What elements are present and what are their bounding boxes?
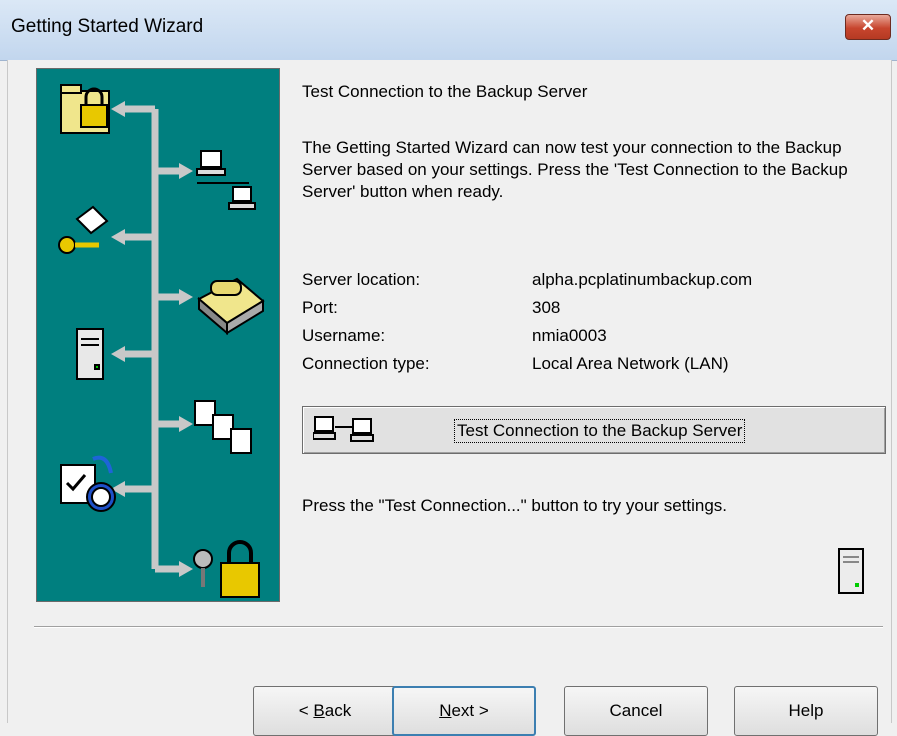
- info-row-server-location: Server location: alpha.pcplatinumbackup.…: [302, 270, 862, 298]
- footer-divider: [34, 626, 883, 628]
- info-value: nmia0003: [532, 326, 607, 345]
- back-mnemonic: B: [313, 701, 325, 720]
- telephone-icon: [197, 277, 265, 336]
- help-button[interactable]: Help: [734, 686, 878, 736]
- test-connection-button[interactable]: Test Connection to the Backup Server: [302, 406, 886, 454]
- server-tower-icon: [76, 328, 104, 380]
- info-value: 308: [532, 298, 561, 317]
- info-label: Connection type:: [302, 354, 430, 373]
- scheduled-task-icon: [60, 455, 116, 512]
- info-value: Local Area Network (LAN): [532, 354, 729, 373]
- cancel-label: Cancel: [609, 701, 663, 720]
- window-title: Getting Started Wizard: [11, 16, 204, 37]
- info-row-username: Username: nmia0003: [302, 326, 862, 354]
- locked-folder-icon: [60, 84, 110, 134]
- user-key-icon: [58, 205, 109, 254]
- info-label: Server location:: [302, 270, 421, 289]
- next-mnemonic: N: [439, 701, 452, 720]
- info-label: Port:: [302, 298, 338, 317]
- info-row-connection-type: Connection type: Local Area Network (LAN…: [302, 354, 862, 382]
- keys-lock-icon: [193, 540, 260, 598]
- server-status-icon: [837, 547, 865, 600]
- info-row-port: Port: 308: [302, 298, 862, 326]
- next-button[interactable]: Next >: [392, 686, 536, 736]
- documents-icon: [194, 400, 252, 454]
- page-heading: Test Connection to the Backup Server: [302, 82, 588, 101]
- network-computers-icon: [196, 150, 256, 210]
- network-computers-icon: [312, 415, 385, 450]
- info-label: Username:: [302, 326, 386, 345]
- title-bar[interactable]: Getting Started Wizard ✕: [0, 0, 897, 61]
- page-description: The Getting Started Wizard can now test …: [302, 138, 848, 201]
- back-prefix: <: [298, 701, 314, 720]
- cancel-button[interactable]: Cancel: [564, 686, 708, 736]
- hint-text: Press the "Test Connection..." button to…: [302, 496, 727, 515]
- wizard-illustration-panel: [36, 68, 280, 602]
- next-label: ext >: [451, 701, 489, 720]
- close-button[interactable]: ✕: [845, 14, 891, 40]
- info-value: alpha.pcplatinumbackup.com: [532, 270, 753, 289]
- test-connection-label: Test Connection to the Backup Server: [454, 419, 746, 443]
- wizard-window: Getting Started Wizard ✕ Test Connection…: [0, 0, 897, 736]
- connection-info: Server location: alpha.pcplatinumbackup.…: [302, 270, 862, 382]
- wizard-content: Test Connection to the Backup Server The…: [7, 60, 892, 736]
- back-button[interactable]: < Back: [253, 686, 397, 736]
- help-label: Help: [788, 701, 824, 720]
- back-label: ack: [324, 701, 352, 720]
- close-icon: ✕: [860, 16, 876, 35]
